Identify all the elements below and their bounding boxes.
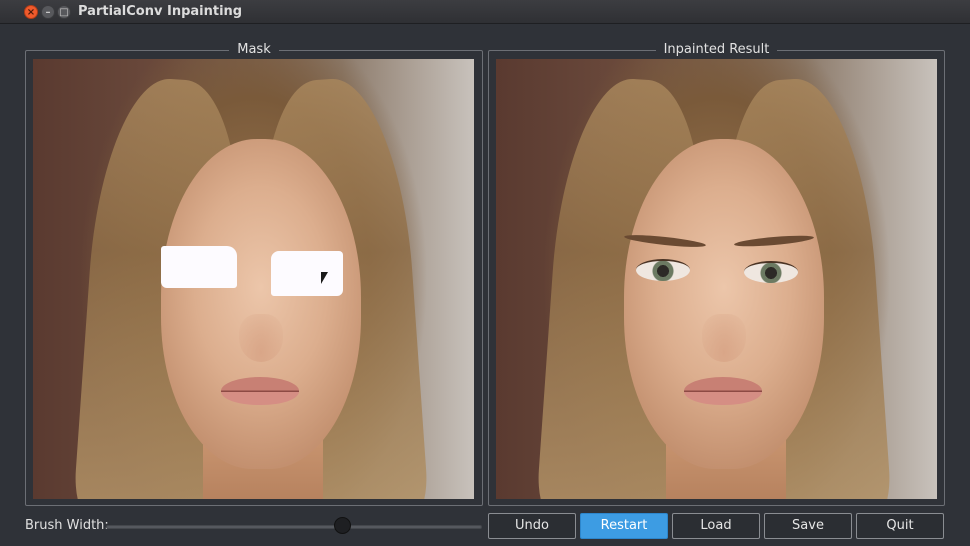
mask-panel-title-wrap: Mask	[26, 42, 482, 58]
mask-panel-title: Mask	[229, 42, 279, 57]
close-icon[interactable]: ×	[24, 5, 38, 19]
lips	[221, 377, 299, 405]
minimize-icon[interactable]: –	[41, 5, 55, 19]
mouse-cursor-icon	[321, 272, 328, 284]
nose	[239, 314, 283, 362]
maximize-icon[interactable]: □	[57, 5, 71, 19]
result-panel-title: Inpainted Result	[655, 42, 778, 57]
load-button[interactable]: Load	[672, 513, 760, 539]
mask-canvas[interactable]	[33, 59, 474, 499]
title-bar: × – □ PartialConv Inpainting	[0, 0, 970, 24]
app-window: × – □ PartialConv Inpainting Mask Inpain…	[0, 0, 970, 546]
restart-button[interactable]: Restart	[580, 513, 668, 539]
window-title: PartialConv Inpainting	[78, 4, 243, 19]
face	[161, 139, 361, 469]
brush-width-slider[interactable]	[106, 525, 482, 529]
face	[624, 139, 824, 469]
result-panel: Inpainted Result	[488, 42, 945, 506]
save-button[interactable]: Save	[764, 513, 852, 539]
undo-button[interactable]: Undo	[488, 513, 576, 539]
lips	[684, 377, 762, 405]
result-panel-title-wrap: Inpainted Result	[489, 42, 944, 58]
control-bar: Brush Width: Undo Restart Load Save Quit	[0, 510, 970, 546]
result-image	[496, 59, 937, 499]
nose	[702, 314, 746, 362]
brush-width-label: Brush Width:	[25, 518, 109, 533]
mask-region-left-eye	[161, 246, 237, 288]
quit-button[interactable]: Quit	[856, 513, 944, 539]
mask-panel: Mask	[25, 42, 483, 506]
right-eye	[744, 261, 798, 283]
left-eye	[636, 259, 690, 281]
brush-width-slider-handle[interactable]	[334, 517, 352, 534]
mask-region-right-eye	[271, 251, 343, 296]
